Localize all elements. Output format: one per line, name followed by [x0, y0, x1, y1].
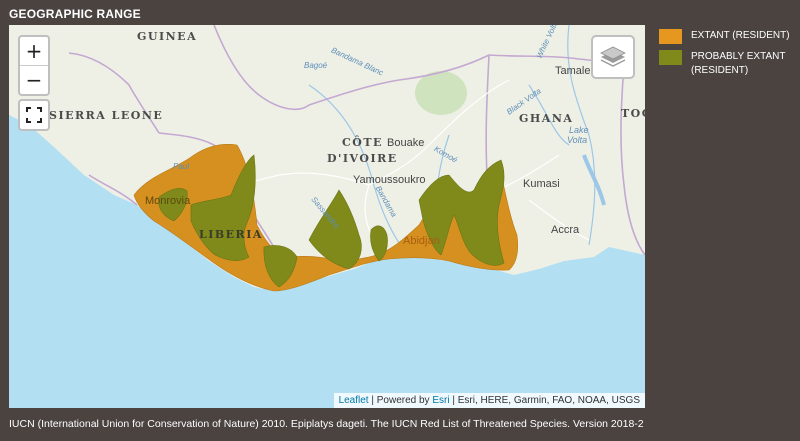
- label-river-paul: Paul: [173, 162, 190, 171]
- label-ghana: GHANA: [519, 112, 574, 125]
- leaflet-link[interactable]: Leaflet: [339, 395, 369, 406]
- label-river-bagoe: Bagoé: [304, 61, 328, 70]
- label-lake-volta-line2: Volta: [567, 135, 588, 145]
- map-attribution: Leaflet | Powered by Esri | Esri, HERE, …: [333, 393, 645, 408]
- map-legend: EXTANT (RESIDENT) PROBABLY EXTANT (RESID…: [659, 29, 791, 84]
- zoom-in-button[interactable]: +: [20, 37, 48, 65]
- protected-area: [415, 71, 467, 115]
- fullscreen-button[interactable]: [18, 99, 50, 131]
- range-map[interactable]: GUINEA SIERRA LEONE CÔTE D'IVOIRE GHANA …: [9, 25, 645, 408]
- legend-label-extant: EXTANT (RESIDENT): [691, 30, 790, 41]
- label-cote-divoire-line2: D'IVOIRE: [327, 152, 398, 165]
- attribution-powered-by: Powered by: [376, 395, 433, 406]
- attribution-sources: | Esri, HERE, Garmin, FAO, NOAA, USGS: [449, 395, 640, 406]
- label-accra: Accra: [551, 224, 580, 236]
- esri-link[interactable]: Esri: [432, 395, 449, 406]
- label-guinea: GUINEA: [137, 30, 198, 43]
- attribution-separator: |: [368, 395, 377, 406]
- label-lake-volta-line1: Lake: [569, 125, 589, 135]
- label-liberia: LIBERIA: [199, 228, 263, 241]
- legend-swatch-probably-extant: [659, 50, 682, 65]
- label-kumasi: Kumasi: [523, 178, 560, 190]
- fullscreen-icon: [26, 107, 42, 123]
- label-abidjan: Abidjan: [403, 235, 440, 247]
- zoom-out-button[interactable]: −: [20, 65, 48, 94]
- label-yamoussoukro: Yamoussoukro: [353, 174, 426, 186]
- label-sierra-leone: SIERRA LEONE: [49, 109, 164, 122]
- legend-swatch-extant: [659, 29, 682, 44]
- label-monrovia: Monrovia: [145, 195, 191, 207]
- zoom-control: + −: [18, 35, 50, 96]
- layers-button[interactable]: [591, 35, 635, 79]
- panel-title: GEOGRAPHIC RANGE: [9, 7, 141, 21]
- legend-item-probably-extant: PROBABLY EXTANT (RESIDENT): [659, 50, 791, 78]
- legend-item-extant: EXTANT (RESIDENT): [659, 29, 791, 44]
- legend-label-probably-extant: PROBABLY EXTANT (RESIDENT): [691, 51, 786, 76]
- label-cote-divoire-line1: CÔTE: [342, 136, 383, 149]
- label-tamale: Tamale: [555, 65, 591, 77]
- citation-text: IUCN (International Union for Conservati…: [9, 418, 644, 430]
- label-togo: TOG: [621, 107, 645, 120]
- label-bouake: Bouake: [387, 137, 425, 149]
- layers-icon: [600, 46, 626, 67]
